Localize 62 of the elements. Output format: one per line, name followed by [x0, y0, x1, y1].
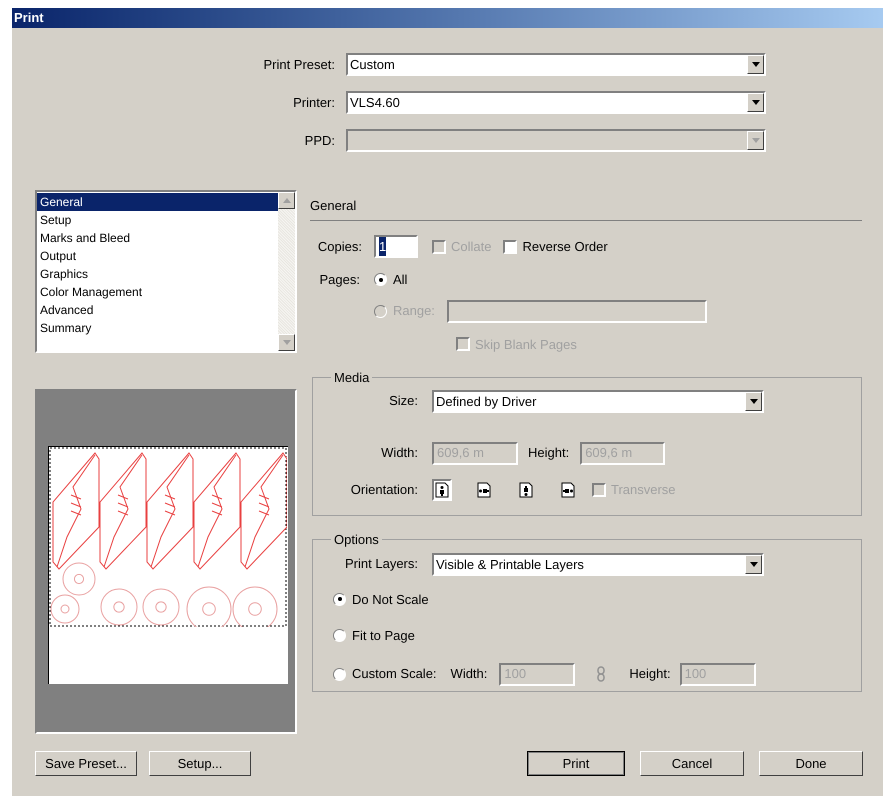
text-field[interactable]: 1	[374, 235, 418, 258]
page-orientation-icon	[561, 482, 575, 498]
field-label: PPD:	[304, 132, 336, 150]
field-label: Print Layers:	[344, 555, 418, 574]
radio-label: Custom Scale:	[352, 665, 437, 684]
dialog-button[interactable]: Print	[527, 751, 625, 776]
dropdown[interactable]: Defined by Driver	[432, 390, 764, 412]
page-orientation-icon	[519, 482, 533, 498]
dropdown[interactable]: VLS4.60	[346, 91, 766, 114]
down-arrow-icon	[750, 398, 758, 404]
group-title: Media	[333, 369, 370, 387]
dialog-button[interactable]: Cancel	[640, 751, 744, 776]
down-arrow-icon	[752, 138, 760, 143]
dropdown[interactable]: Visible & Printable Layers	[432, 552, 764, 576]
down-arrow-icon	[750, 562, 758, 566]
window-title: Print	[14, 9, 44, 28]
field-label: Height:	[528, 444, 570, 462]
group-title: Options	[333, 531, 380, 549]
down-arrow-icon	[282, 340, 290, 345]
page-orientation-icon	[435, 482, 449, 498]
page-orientation-icon	[477, 482, 491, 498]
radio-label: All	[393, 271, 408, 289]
dialog-button[interactable]: Save Preset...	[35, 751, 137, 776]
radio-label: Fit to Page	[352, 627, 415, 645]
dialog-button[interactable]: Setup...	[149, 751, 251, 776]
dropdown-button[interactable]	[747, 55, 764, 74]
radio-label: Do Not Scale	[352, 590, 429, 608]
field-label: Print Preset:	[262, 56, 336, 74]
field-label: Printer:	[292, 94, 336, 112]
category-item[interactable]: Marks and Bleed	[37, 229, 278, 247]
category-item[interactable]: Setup	[37, 211, 278, 229]
field-label: Width:	[450, 665, 488, 684]
field-label: Pages:	[318, 271, 360, 289]
up-arrow-icon	[282, 198, 290, 203]
category-item[interactable]: Advanced	[37, 301, 278, 319]
orientation-button[interactable]	[432, 478, 452, 500]
chain-link-icon	[597, 666, 606, 682]
dropdown-button[interactable]	[745, 392, 762, 410]
radio-button[interactable]	[333, 592, 346, 606]
category-item[interactable]: Output	[37, 247, 278, 265]
field-label: Size:	[388, 392, 418, 410]
checkbox-label: Reverse Order	[522, 238, 608, 256]
down-arrow-icon	[752, 62, 760, 67]
dropdown-button[interactable]	[745, 554, 762, 574]
category-item[interactable]: General	[37, 193, 278, 211]
radio-button[interactable]	[374, 273, 387, 286]
category-item[interactable]: Summary	[37, 319, 278, 337]
dropdown[interactable]: Custom	[346, 53, 766, 76]
radio-button[interactable]	[333, 629, 346, 642]
down-arrow-icon	[752, 100, 760, 105]
dialog-button[interactable]: Done	[759, 751, 863, 776]
field-label: Width:	[380, 444, 418, 462]
field-label: Height:	[629, 665, 671, 684]
field-label: Orientation:	[350, 480, 418, 499]
checkbox[interactable]	[503, 240, 518, 254]
category-item[interactable]: Graphics	[37, 265, 278, 283]
radio-button[interactable]	[333, 668, 346, 680]
field-label: Copies:	[316, 238, 362, 256]
scrollbar[interactable]	[278, 192, 295, 351]
category-item[interactable]: Color Management	[37, 283, 278, 301]
dropdown-button[interactable]	[747, 93, 764, 112]
section-heading: General	[310, 198, 356, 213]
